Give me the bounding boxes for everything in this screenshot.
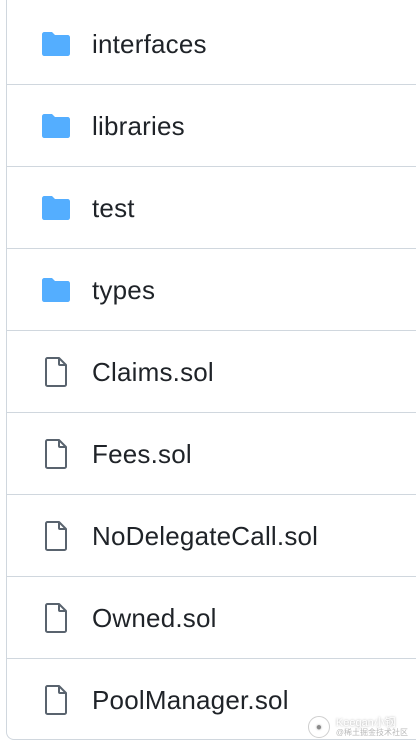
file-row-libraries[interactable]: libraries (7, 85, 416, 167)
watermark: ● Keegan小钢 @稀土掘金技术社区 (307, 716, 408, 738)
file-row-owned-sol[interactable]: Owned.sol (7, 577, 416, 659)
file-name[interactable]: Fees.sol (92, 441, 192, 467)
wechat-logo-icon: ● (307, 716, 330, 738)
file-icon (40, 602, 72, 634)
watermark-sub: @稀土掘金技术社区 (335, 727, 408, 737)
file-name[interactable]: libraries (92, 113, 185, 139)
file-name[interactable]: Owned.sol (92, 605, 217, 631)
file-row-types[interactable]: types (7, 249, 416, 331)
folder-icon (40, 110, 72, 142)
file-name[interactable]: test (92, 195, 135, 221)
file-icon (40, 356, 72, 388)
file-icon (40, 438, 72, 470)
file-row-fees-sol[interactable]: Fees.sol (7, 413, 416, 495)
file-name[interactable]: NoDelegateCall.sol (92, 523, 318, 549)
file-row-interfaces[interactable]: interfaces (7, 3, 416, 85)
file-icon (40, 684, 72, 716)
file-name[interactable]: Claims.sol (92, 359, 214, 385)
folder-icon (40, 274, 72, 306)
file-row-claims-sol[interactable]: Claims.sol (7, 331, 416, 413)
folder-icon (40, 28, 72, 60)
folder-icon (40, 192, 72, 224)
file-row-nodelegatecall-sol[interactable]: NoDelegateCall.sol (7, 495, 416, 577)
file-name[interactable]: types (92, 277, 155, 303)
file-icon (40, 520, 72, 552)
file-row-test[interactable]: test (7, 167, 416, 249)
watermark-main: Keegan小钢 (335, 716, 396, 729)
file-name[interactable]: PoolManager.sol (92, 687, 289, 713)
file-name[interactable]: interfaces (92, 31, 207, 57)
